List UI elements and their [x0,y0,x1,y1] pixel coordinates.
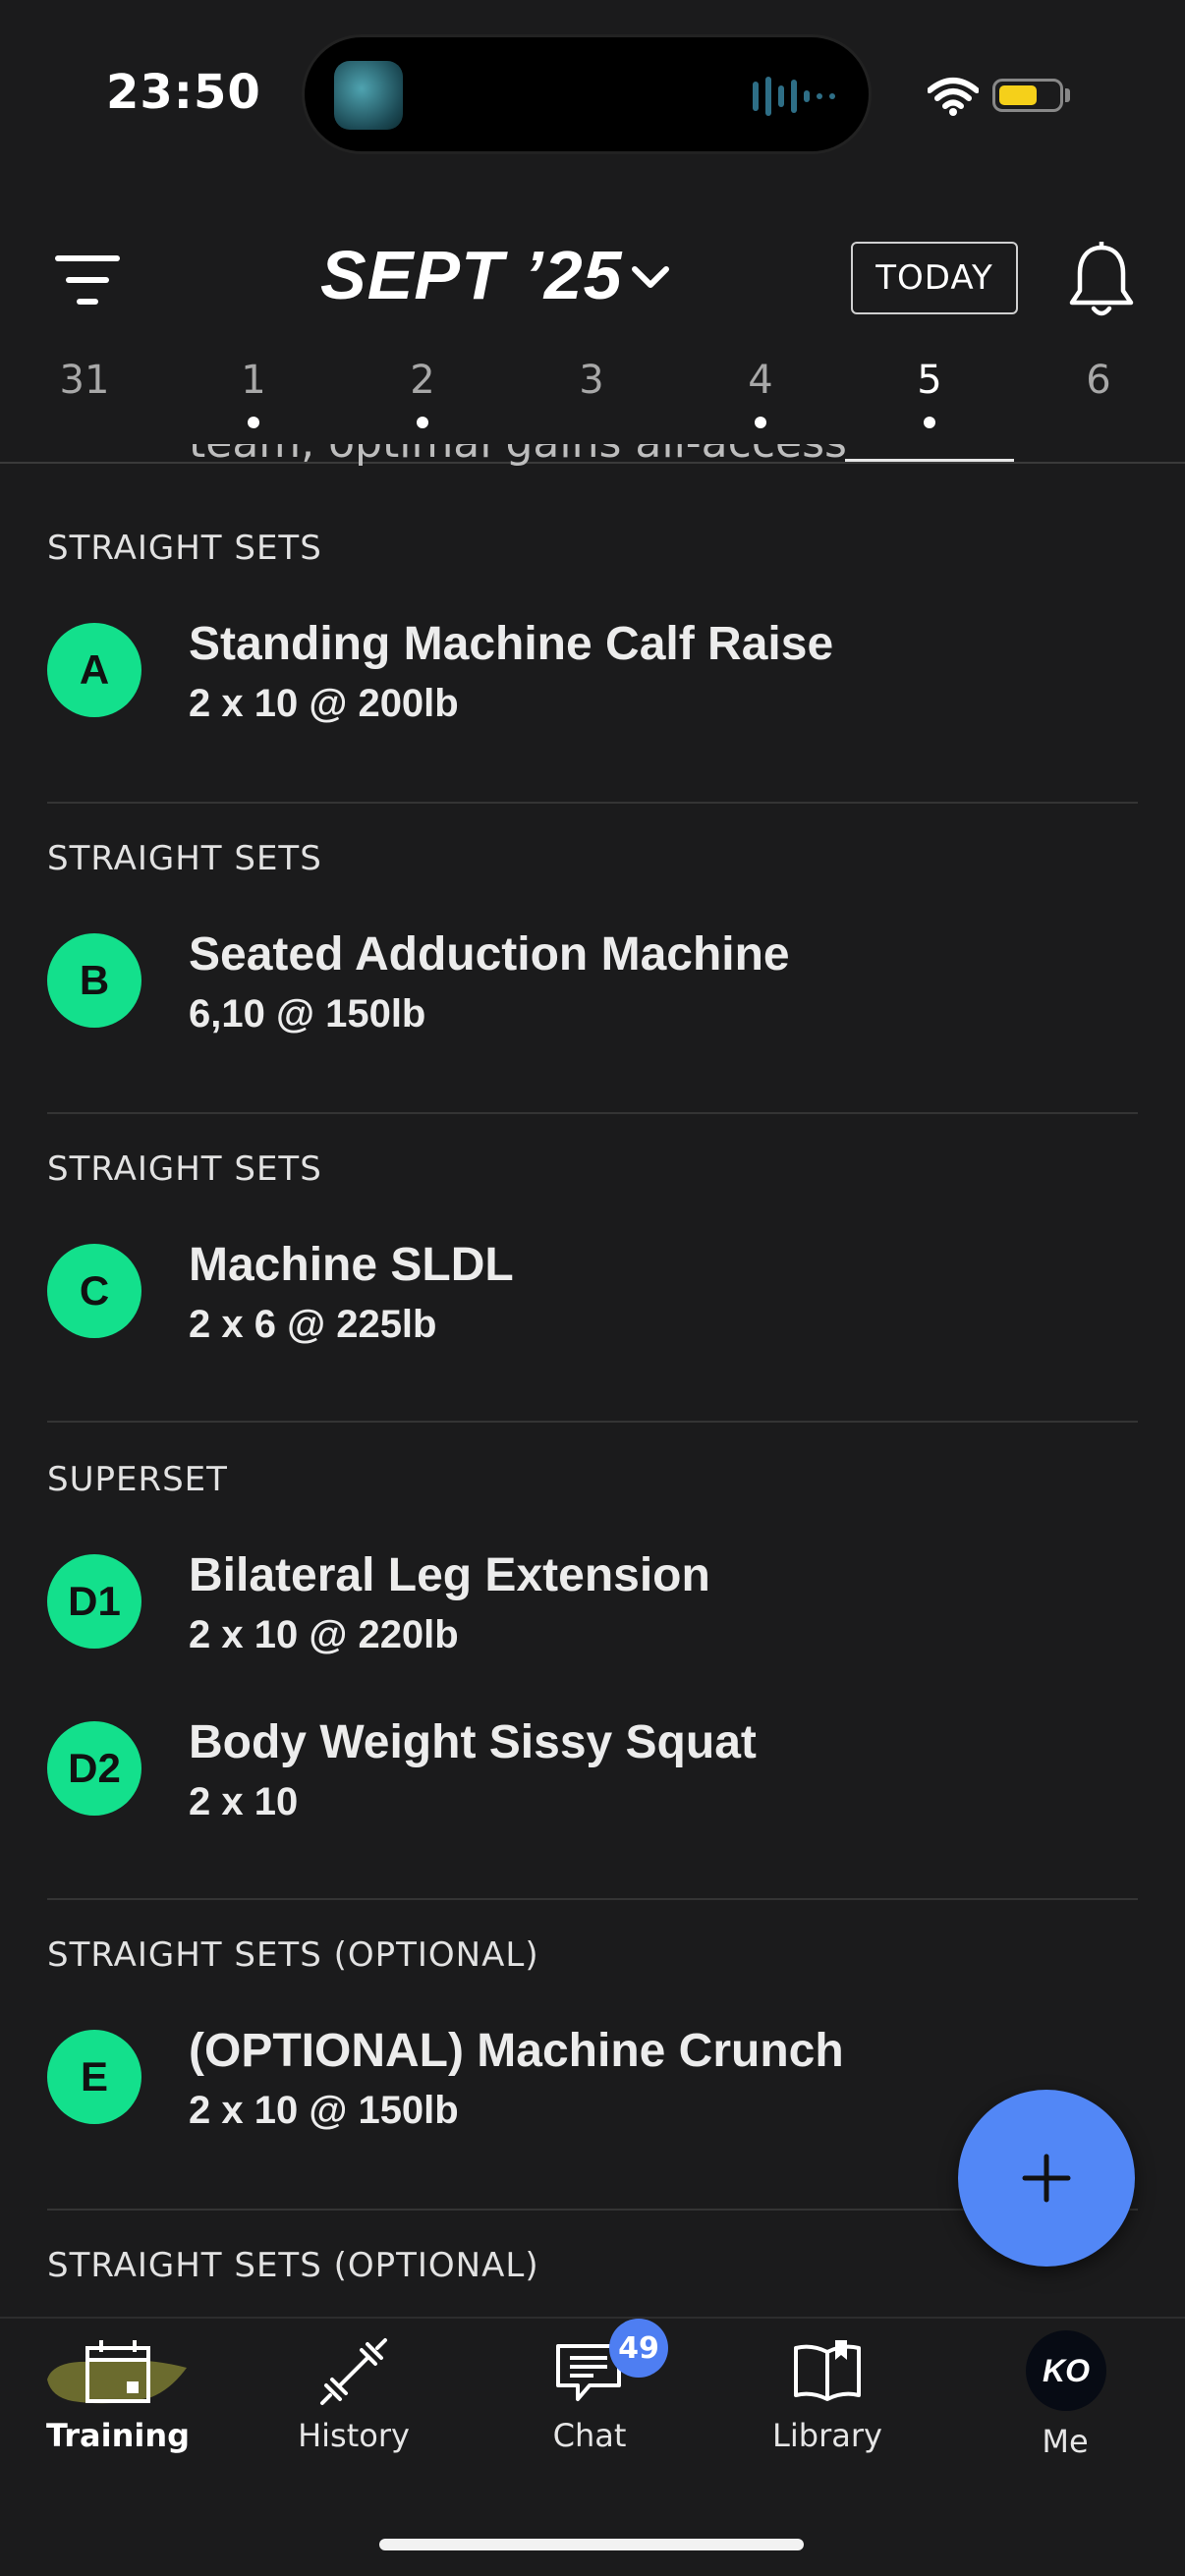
exercise-name: (OPTIONAL) Machine Crunch [189,2025,844,2077]
date-cell-selected[interactable]: 5 [845,352,1014,464]
workout-dot-indicator [755,417,766,428]
exercise-group: STRAIGHT SETS B Seated Adduction Machine… [47,839,1138,1085]
group-type-label: STRAIGHT SETS [47,839,322,878]
date-number: 5 [917,358,942,403]
group-divider [47,1898,1138,1900]
dynamic-island[interactable] [305,37,869,151]
exercise-badge: D2 [47,1721,141,1816]
tab-training[interactable]: Training [0,2319,236,2476]
calendar-header: SEPT ’25 TODAY 31 1 2 3 4 5 6 [0,187,1185,464]
dumbbell-icon [320,2338,387,2405]
exercise-badge: B [47,933,141,1028]
group-type-label: SUPERSET [47,1460,228,1499]
exercise-row[interactable]: D1 Bilateral Leg Extension 2 x 10 @ 220l… [47,1549,1138,1682]
battery-tip [1065,88,1070,102]
exercise-row[interactable]: A Standing Machine Calf Raise 2 x 10 @ 2… [47,618,1138,751]
tab-me[interactable]: KO Me [947,2319,1183,2476]
date-cell[interactable]: 31 [0,352,169,464]
exercise-prescription: 2 x 10 @ 200lb [189,682,459,725]
calendar-icon [85,2340,150,2403]
avatar: KO [1026,2330,1106,2411]
plus-icon [1022,2154,1071,2203]
workout-dot-indicator [248,417,259,428]
status-time: 23:50 [106,65,261,120]
scrolled-description-text: team, optimal gains all-access [189,444,847,474]
exercise-row[interactable]: C Machine SLDL 2 x 6 @ 225lb [47,1239,1138,1372]
tab-chat[interactable]: 49 Chat [472,2319,707,2476]
add-button[interactable] [958,2090,1135,2267]
date-number: 1 [241,358,266,403]
bottom-tab-bar: Training History 49 Chat Library KO Me [0,2317,1185,2576]
group-divider [47,1421,1138,1423]
tab-library[interactable]: Library [709,2319,945,2476]
workout-dot-indicator [417,417,428,428]
exercise-group: SUPERSET D1 Bilateral Leg Extension 2 x … [47,1460,1138,1853]
exercise-group: STRAIGHT SETS C Machine SLDL 2 x 6 @ 225… [47,1149,1138,1395]
battery-icon [992,79,1063,112]
tab-history[interactable]: History [236,2319,472,2476]
status-bar: 23:50 [0,0,1185,187]
exercise-name: Body Weight Sissy Squat [189,1716,757,1768]
group-divider [47,802,1138,804]
audio-waveform-icon [753,77,835,116]
filter-icon[interactable] [55,255,120,307]
tab-label: Training [45,2417,191,2454]
wifi-icon [928,78,979,116]
workout-dot-indicator [924,417,935,428]
now-playing-artwork [334,61,403,130]
chevron-down-icon[interactable] [629,259,672,295]
exercise-prescription: 2 x 6 @ 225lb [189,1303,437,1346]
group-divider [47,1112,1138,1114]
exercise-prescription: 2 x 10 @ 150lb [189,2089,459,2132]
tab-label: History [298,2417,410,2454]
tab-label: Chat [552,2417,627,2454]
unread-count-badge: 49 [609,2319,668,2378]
exercise-prescription: 2 x 10 [189,1780,299,1823]
month-title[interactable]: SEPT ’25 [320,236,623,314]
exercise-name: Standing Machine Calf Raise [189,618,834,670]
today-button[interactable]: TODAY [851,242,1018,314]
date-number: 4 [748,358,773,403]
exercise-row[interactable]: B Seated Adduction Machine 6,10 @ 150lb [47,928,1138,1061]
exercise-badge: E [47,2030,141,2124]
tab-label: Library [772,2417,882,2454]
group-type-label: STRAIGHT SETS (OPTIONAL) [47,1935,539,1975]
group-type-label: STRAIGHT SETS [47,529,322,568]
date-number: 31 [59,358,110,403]
group-type-label: STRAIGHT SETS (OPTIONAL) [47,2246,539,2285]
bell-icon[interactable] [1067,242,1136,320]
book-icon [794,2340,861,2401]
exercise-badge: A [47,623,141,717]
date-number: 2 [410,358,435,403]
exercise-prescription: 6,10 @ 150lb [189,992,426,1036]
date-number: 6 [1086,358,1111,403]
exercise-badge: D1 [47,1554,141,1649]
home-indicator[interactable] [379,2539,804,2550]
exercise-name: Machine SLDL [189,1239,514,1291]
group-type-label: STRAIGHT SETS [47,1149,322,1189]
exercise-prescription: 2 x 10 @ 220lb [189,1613,459,1656]
exercise-name: Seated Adduction Machine [189,928,790,980]
date-number: 3 [579,358,604,403]
tab-label: Me [1042,2423,1089,2460]
exercise-group: STRAIGHT SETS (OPTIONAL) [47,2246,1138,2305]
exercise-name: Bilateral Leg Extension [189,1549,710,1601]
exercise-badge: C [47,1244,141,1338]
exercise-group: STRAIGHT SETS A Standing Machine Calf Ra… [47,529,1138,774]
exercise-row[interactable]: D2 Body Weight Sissy Squat 2 x 10 [47,1716,1138,1849]
date-cell[interactable]: 6 [1014,352,1183,464]
